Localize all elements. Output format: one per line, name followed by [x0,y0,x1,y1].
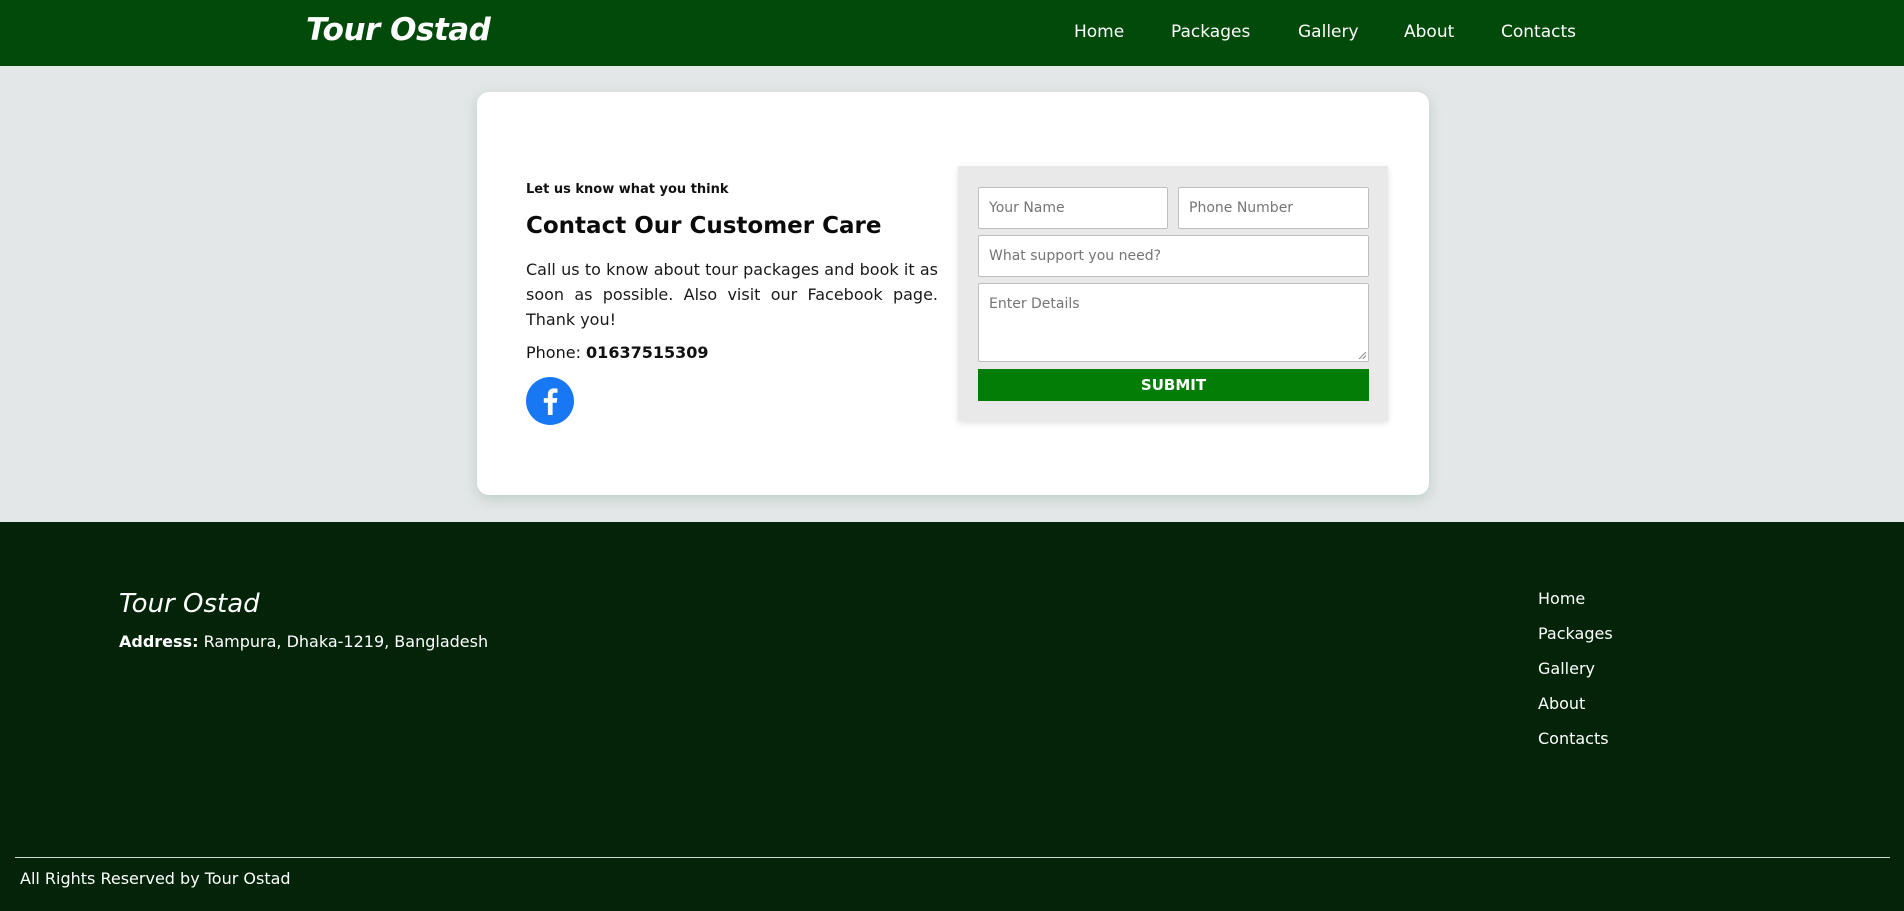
nav-contacts-link[interactable]: Contacts [1501,22,1576,42]
contact-phone: Phone: 01637515309 [526,343,709,362]
address-label: Address: [119,632,199,651]
footer-link-gallery[interactable]: Gallery [1538,659,1595,678]
nav-gallery-link[interactable]: Gallery [1298,22,1359,42]
phone-number[interactable]: 01637515309 [586,343,708,362]
footer-divider [15,857,1890,858]
nav-packages-link[interactable]: Packages [1171,22,1250,42]
name-input[interactable]: Your Name [978,187,1168,229]
support-input[interactable]: What support you need? [978,235,1369,277]
contact-title: Contact Our Customer Care [526,213,882,239]
phone-label: Phone: [526,343,581,362]
footer-brand: Tour Ostad [119,589,260,619]
nav-home-link[interactable]: Home [1074,22,1124,42]
address-value: Rampura, Dhaka-1219, Bangladesh [203,632,489,651]
details-textarea[interactable]: Enter Details [978,283,1369,362]
footer-address: Address: Rampura, Dhaka-1219, Bangladesh [119,632,488,651]
top-navbar: Tour Ostad Home Packages Gallery About C… [0,0,1904,66]
site-footer [0,522,1904,911]
phone-input[interactable]: Phone Number [1178,187,1369,229]
main-nav: Home Packages Gallery About Contacts [0,22,1904,46]
submit-button[interactable]: SUBMIT [978,369,1369,401]
nav-about-link[interactable]: About [1404,22,1454,42]
details-placeholder: Enter Details [989,296,1080,312]
footer-link-home[interactable]: Home [1538,589,1585,608]
footer-link-about[interactable]: About [1538,694,1585,713]
contact-description: Call us to know about tour packages and … [526,260,938,329]
footer-link-contacts[interactable]: Contacts [1538,729,1609,748]
resize-handle-icon[interactable] [1358,351,1366,359]
footer-link-packages[interactable]: Packages [1538,624,1613,643]
copyright-text: All Rights Reserved by Tour Ostad [20,869,291,888]
contact-eyebrow: Let us know what you think [526,182,729,197]
facebook-icon[interactable] [526,377,574,425]
facebook-glyph [543,388,558,415]
